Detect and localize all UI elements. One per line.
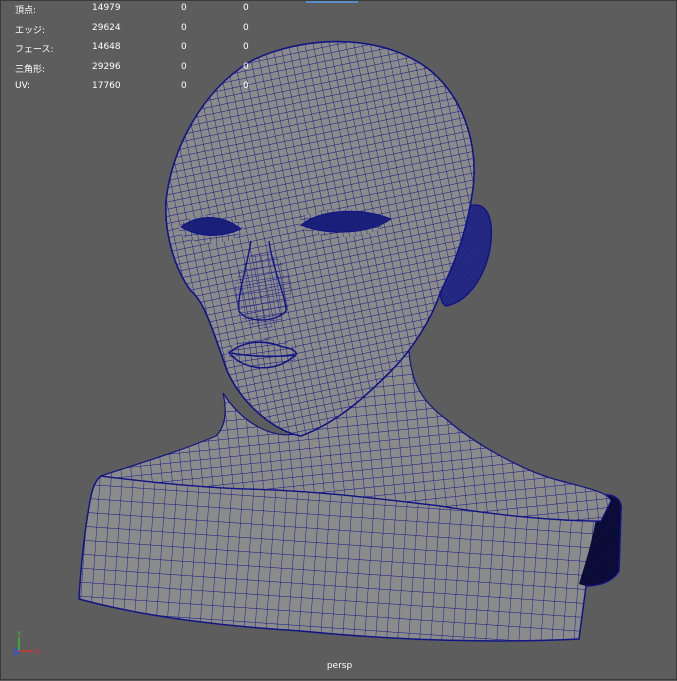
axis-gizmo-icon: Y X Z <box>13 630 40 656</box>
camera-name-label: persp <box>326 661 353 671</box>
hud-value: 14979 <box>92 3 121 13</box>
hud-value: 0 <box>181 3 187 13</box>
hud-value: 29296 <box>92 61 121 72</box>
hud-value: 0 <box>243 81 249 91</box>
3d-viewport[interactable]: 頂点: 14979 0 0 エッジ: 29624 0 0 フェース: 14648… <box>0 0 677 680</box>
axis-y-label: Y <box>16 630 22 638</box>
hud-value: 29624 <box>92 22 121 33</box>
hud-value: 0 <box>181 22 187 33</box>
hud-value: 0 <box>181 81 187 91</box>
hud-value: 0 <box>243 61 249 72</box>
hud-value: 17760 <box>92 81 121 91</box>
hud-label: エッジ: <box>15 25 46 36</box>
hud-value: 0 <box>243 22 249 33</box>
hud-value: 0 <box>181 42 187 52</box>
axis-z-label: Z <box>13 647 18 655</box>
hud-value: 0 <box>243 42 249 52</box>
hud-label: 三角形: <box>15 64 46 75</box>
hud-value: 0 <box>181 61 187 72</box>
head-bust-mesh[interactable] <box>1 1 677 681</box>
axis-x-label: X <box>35 648 40 656</box>
hud-label: UV: <box>15 81 31 91</box>
hud-label: フェース: <box>15 45 54 55</box>
hud-value: 14648 <box>92 42 121 52</box>
hud-value: 0 <box>243 3 249 13</box>
hud-label: 頂点: <box>15 6 37 16</box>
head-mesh <box>165 40 475 437</box>
